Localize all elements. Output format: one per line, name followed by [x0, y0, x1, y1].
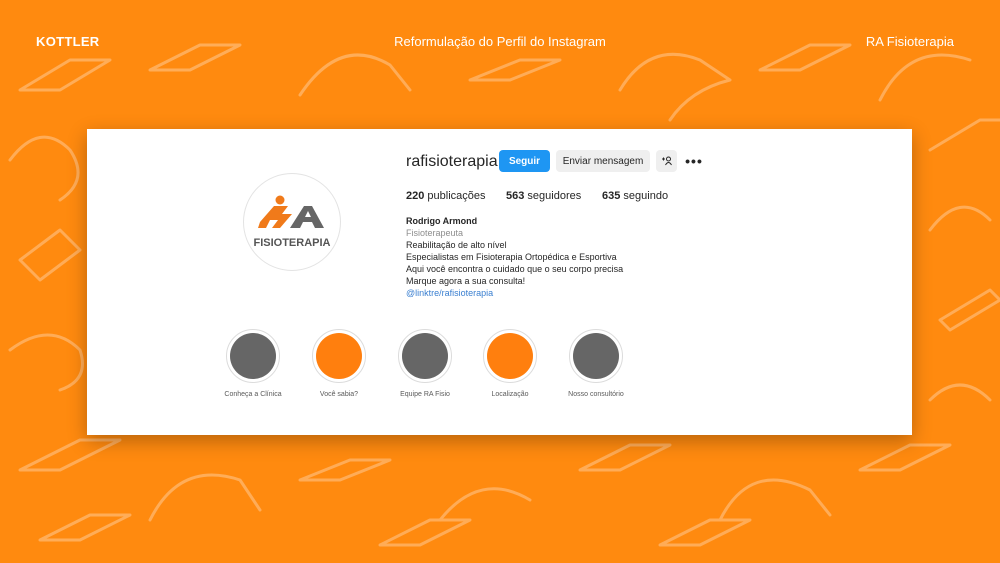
follow-button[interactable]: Seguir	[499, 150, 550, 172]
following-stat[interactable]: 635 seguindo	[602, 190, 668, 202]
logo-text: FISIOTERAPIA	[253, 237, 330, 249]
client-name: RA Fisioterapia	[865, 34, 954, 49]
profile-avatar[interactable]: FISIOTERAPIA	[243, 173, 341, 271]
ra-fisioterapia-logo: FISIOTERAPIA	[253, 195, 331, 249]
highlight-item[interactable]: Você sabia?	[299, 329, 379, 398]
highlight-ring	[312, 329, 366, 383]
presentation-title: Reformulação do Perfil do Instagram	[394, 34, 606, 49]
highlight-ring	[226, 329, 280, 383]
posts-stat[interactable]: 220 publicações	[406, 190, 486, 202]
highlight-cover	[487, 333, 533, 379]
profile-bio: Rodrigo Armond Fisioterapeuta Reabilitaç…	[406, 215, 623, 299]
posts-label: publicações	[427, 190, 486, 202]
highlight-label: Conheça a Clínica	[224, 391, 282, 398]
more-options-button[interactable]: •••	[684, 150, 704, 172]
highlight-item[interactable]: Conheça a Clínica	[213, 329, 293, 398]
highlight-ring	[398, 329, 452, 383]
add-user-icon	[661, 156, 672, 166]
posts-count: 220	[406, 190, 425, 202]
bio-link[interactable]: @linktre/rafisioterapia	[406, 287, 623, 299]
highlight-cover	[316, 333, 362, 379]
highlight-item[interactable]: Nosso consultório	[556, 329, 636, 398]
bio-line: Marque agora a sua consulta!	[406, 276, 526, 286]
highlight-item[interactable]: Equipe RA Fisio	[385, 329, 465, 398]
add-user-button[interactable]	[656, 150, 677, 172]
following-count: 635	[602, 190, 621, 202]
highlight-cover	[402, 333, 448, 379]
followers-stat[interactable]: 563 seguidores	[506, 190, 581, 202]
bio-line: Reabilitação de alto nível	[406, 240, 507, 250]
top-bar: KOTTLER Reformulação do Perfil do Instag…	[0, 34, 1000, 54]
profile-card: FISIOTERAPIA rafisioterapia Seguir Envia…	[87, 129, 912, 435]
bio-line: Especialistas em Fisioterapia Ortopédica…	[406, 252, 617, 262]
bio-category: Fisioterapeuta	[406, 228, 464, 238]
highlight-item[interactable]: Localização	[470, 329, 550, 398]
story-highlights: Conheça a Clínica Você sabia? Equipe RA …	[87, 329, 912, 419]
highlight-label: Nosso consultório	[568, 391, 624, 398]
highlight-label: Você sabia?	[319, 391, 359, 398]
highlight-ring	[569, 329, 623, 383]
highlight-label: Localização	[491, 391, 529, 398]
highlight-cover	[230, 333, 276, 379]
followers-count: 563	[506, 190, 525, 202]
followers-label: seguidores	[527, 190, 582, 202]
highlight-ring	[483, 329, 537, 383]
bio-name: Rodrigo Armond	[406, 216, 478, 226]
username: rafisioterapia	[406, 153, 498, 170]
highlight-label: Equipe RA Fisio	[400, 391, 450, 398]
bio-line: Aqui você encontra o cuidado que o seu c…	[406, 264, 624, 274]
more-options-icon: •••	[685, 153, 703, 169]
highlight-cover	[573, 333, 619, 379]
following-label: seguindo	[623, 190, 669, 202]
send-message-button[interactable]: Enviar mensagem	[556, 150, 650, 172]
